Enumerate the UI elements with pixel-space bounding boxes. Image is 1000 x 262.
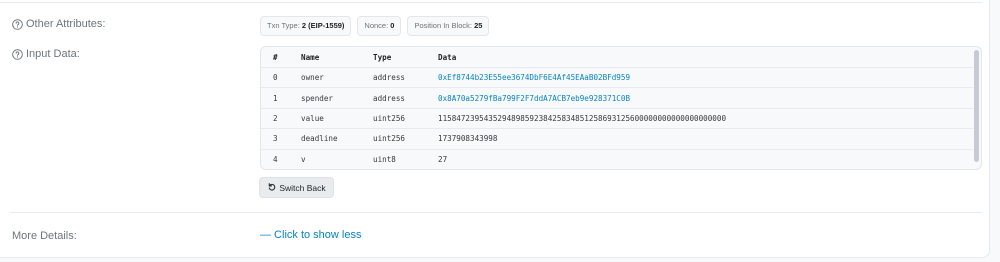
header-type: Type <box>373 52 392 62</box>
row-name: v <box>301 148 373 169</box>
table-row: 0 owner address 0xEf8744b23E55ee3674DbF6… <box>261 66 973 88</box>
nonce-chip: Nonce: 0 <box>357 16 402 36</box>
position-value: 25 <box>474 21 483 30</box>
table-row: 2 value uint256 115847239543529489859238… <box>261 107 973 129</box>
question-circle-icon[interactable] <box>12 48 23 60</box>
row-index: 0 <box>261 66 301 88</box>
switch-back-label: Switch Back <box>279 182 326 193</box>
row-name: spender <box>301 87 373 109</box>
row-type: uint256 <box>373 107 438 129</box>
owner-address-link[interactable]: 0xEf8744b23E55ee3674DbF6E4Af45EAaB02BFd9… <box>438 66 973 88</box>
row-index: 2 <box>261 107 301 129</box>
undo-arrow-icon <box>267 182 276 193</box>
txn-type-value: 2 (EIP-1559) <box>301 21 345 30</box>
row-data: 1158472395435294898592384258348512586931… <box>438 107 973 129</box>
row-type: address <box>373 87 438 109</box>
row-type: address <box>373 66 438 88</box>
nonce-key: Nonce: <box>364 21 389 30</box>
row-type: uint8 <box>373 148 438 169</box>
divider <box>0 2 982 3</box>
header-data: Data <box>438 52 457 62</box>
row-name: value <box>301 107 373 129</box>
input-data-label-text: Input Data: <box>26 48 80 60</box>
table-row: 1 spender address 0x8A70a5279fBa799F2F7d… <box>261 87 973 109</box>
position-in-block-chip: Position In Block: 25 <box>407 16 490 36</box>
row-name: owner <box>301 66 373 88</box>
input-data-table: # Name Type Data 0 owner address 0xEf874… <box>261 47 973 169</box>
attribute-chips: Txn Type: 2 (EIP-1559) Nonce: 0 Position… <box>260 16 490 36</box>
vertical-scrollbar[interactable] <box>974 50 979 162</box>
other-attributes-label-text: Other Attributes: <box>26 18 106 30</box>
row-index: 3 <box>261 128 301 150</box>
table-row: 3 deadline uint256 1737908343998 <box>261 128 973 150</box>
row-index: 4 <box>261 148 301 169</box>
txn-type-chip: Txn Type: 2 (EIP-1559) <box>260 16 352 36</box>
question-circle-icon[interactable] <box>12 18 23 30</box>
row-data: 1737908343998 <box>438 128 973 150</box>
header-name: Name <box>301 52 320 62</box>
nonce-value: 0 <box>390 21 395 30</box>
input-data-label: Input Data: <box>12 48 80 60</box>
row-type: uint256 <box>373 128 438 150</box>
other-attributes-label: Other Attributes: <box>12 18 105 30</box>
txn-type-key: Txn Type: <box>267 21 300 30</box>
input-data-panel[interactable]: # Name Type Data 0 owner address 0xEf874… <box>260 46 982 170</box>
row-index: 1 <box>261 87 301 109</box>
row-name: deadline <box>301 128 373 150</box>
more-details-label: More Details: <box>12 230 77 242</box>
position-key: Position In Block: <box>414 21 472 30</box>
table-header-row: # Name Type Data <box>261 47 973 68</box>
transaction-details-card: Other Attributes: Txn Type: 2 (EIP-1559)… <box>0 0 990 258</box>
spender-address-link[interactable]: 0x8A70a5279fBa799F2F7ddA7ACB7eb9e928371C… <box>438 87 973 109</box>
switch-back-button[interactable]: Switch Back <box>259 177 334 198</box>
show-less-link[interactable]: — Click to show less <box>260 229 361 241</box>
row-data: 27 <box>438 148 973 169</box>
divider <box>10 212 982 213</box>
table-row: 4 v uint8 27 <box>261 148 973 169</box>
header-index: # <box>273 52 278 62</box>
